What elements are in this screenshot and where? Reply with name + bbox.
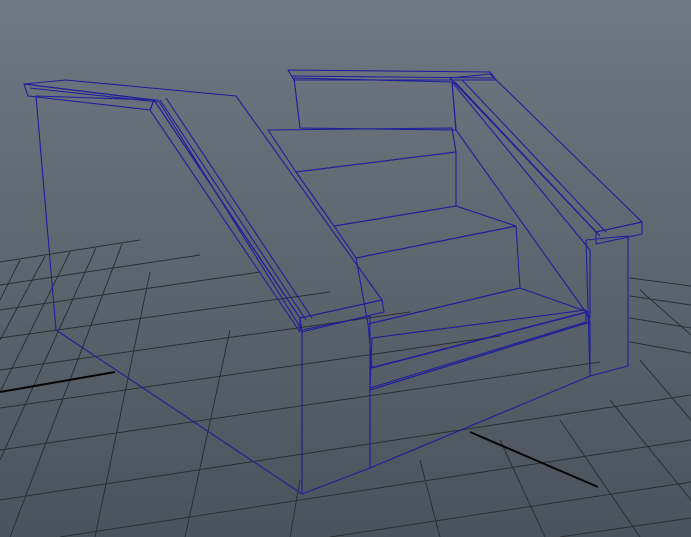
viewport-scene[interactable] — [0, 0, 691, 537]
3d-viewport[interactable] — [0, 0, 691, 537]
